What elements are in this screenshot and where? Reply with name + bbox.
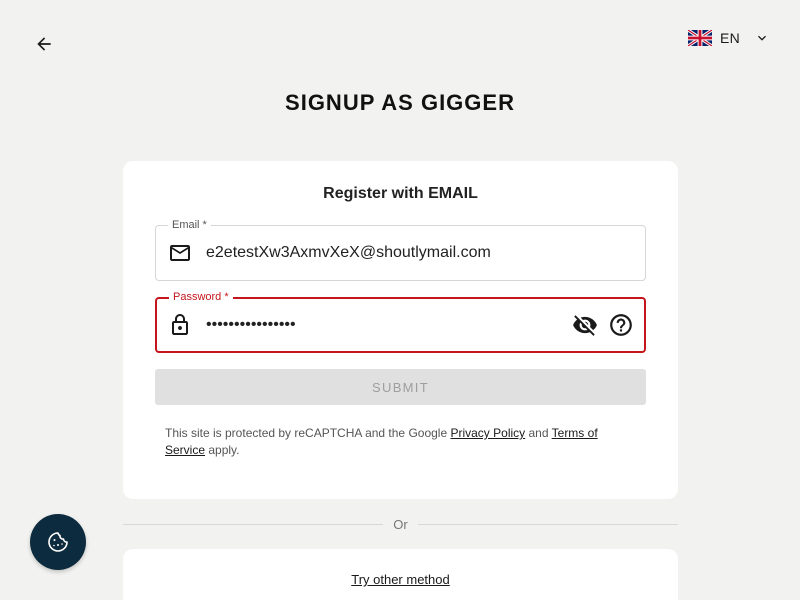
mail-icon: [170, 245, 190, 261]
register-card: Register with EMAIL Email * Password *: [123, 161, 678, 499]
or-divider: Or: [123, 514, 679, 534]
divider-line-left: [123, 523, 384, 525]
divider-line-right: [417, 523, 679, 525]
toggle-password-visibility-button[interactable]: [572, 312, 598, 338]
form-heading: Register with EMAIL: [323, 185, 478, 202]
help-circle-icon: [610, 314, 632, 336]
email-input[interactable]: [206, 226, 633, 280]
captcha-prefix: This site is protected by reCAPTCHA and …: [165, 426, 451, 440]
divider-label: Or: [393, 516, 408, 532]
alternative-method-card: Try other method: [123, 549, 678, 600]
uk-flag-icon: [687, 30, 712, 46]
password-field: Password *: [155, 290, 646, 353]
cookie-icon: [48, 532, 68, 552]
eye-off-icon: [573, 315, 597, 336]
cookie-settings-button[interactable]: [30, 514, 86, 570]
chevron-down-icon: [758, 35, 766, 41]
back-button[interactable]: [30, 30, 58, 58]
lock-icon: [172, 314, 188, 335]
arrow-left-icon: [37, 37, 51, 51]
password-help-button[interactable]: [608, 312, 634, 338]
signup-page: EN SIGNUP AS GIGGER Register with EMAIL …: [0, 0, 800, 600]
try-other-method-link[interactable]: Try other method: [123, 572, 678, 587]
privacy-policy-link[interactable]: Privacy Policy: [450, 426, 525, 440]
language-code: EN: [719, 30, 740, 46]
page-title: SIGNUP AS GIGGER: [285, 90, 515, 115]
language-selector[interactable]: EN: [687, 26, 770, 50]
submit-button[interactable]: SUBMIT: [155, 369, 646, 405]
recaptcha-notice: This site is protected by reCAPTCHA and …: [165, 425, 636, 459]
captcha-suffix: apply.: [205, 443, 240, 457]
captcha-middle: and: [525, 426, 552, 440]
email-field: Email *: [155, 218, 646, 281]
password-input[interactable]: [206, 299, 544, 351]
email-label: Email *: [168, 218, 211, 232]
